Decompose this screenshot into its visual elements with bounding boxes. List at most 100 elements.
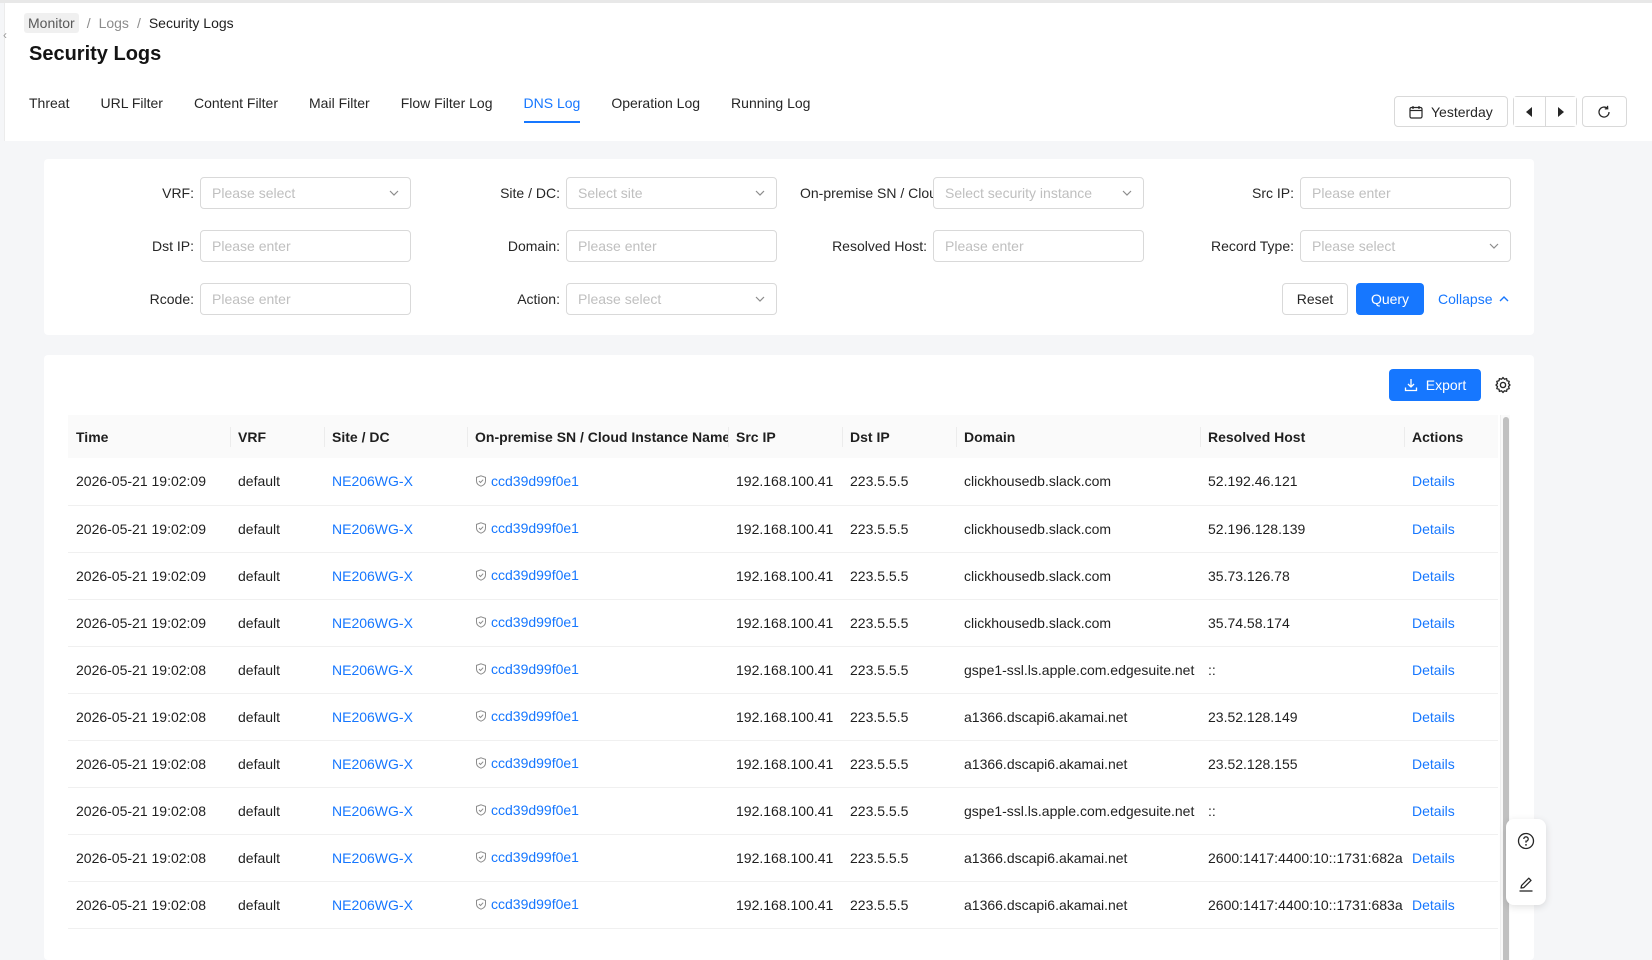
security-instance-select[interactable]: Select security instance (933, 177, 1144, 209)
site-select[interactable]: Select site (566, 177, 777, 209)
results-panel: Export Time VRF Site / DC On-premise SN … (44, 355, 1534, 960)
cell-instance: ccd39d99f0e1 (467, 599, 728, 647)
cell-time: 2026-05-21 19:02:08 (68, 834, 230, 882)
details-link[interactable]: Details (1412, 756, 1455, 772)
resolved-host-input-box[interactable] (945, 238, 1132, 254)
tab-running-log[interactable]: Running Log (731, 95, 810, 123)
breadcrumb-separator: / (86, 15, 91, 31)
shield-check-icon (476, 663, 486, 675)
details-link[interactable]: Details (1412, 709, 1455, 725)
vrf-label: VRF: (162, 185, 194, 201)
site-link[interactable]: NE206WG-X (332, 756, 413, 772)
instance-link[interactable]: ccd39d99f0e1 (491, 755, 579, 771)
collapse-filters-button[interactable]: Collapse (1438, 283, 1510, 315)
dst-ip-input[interactable] (200, 230, 411, 262)
instance-link[interactable]: ccd39d99f0e1 (491, 473, 579, 489)
cell-domain: gspe1-ssl.ls.apple.com.edgesuite.net (956, 787, 1200, 835)
details-link[interactable]: Details (1412, 803, 1455, 819)
site-link[interactable]: NE206WG-X (332, 615, 413, 631)
details-link[interactable]: Details (1412, 568, 1455, 584)
site-link[interactable]: NE206WG-X (332, 850, 413, 866)
cell-src-ip: 192.168.100.41 (728, 693, 842, 741)
reset-button[interactable]: Reset (1282, 283, 1348, 315)
cell-time: 2026-05-21 19:02:09 (68, 505, 230, 553)
site-link[interactable]: NE206WG-X (332, 709, 413, 725)
site-link[interactable]: NE206WG-X (332, 897, 413, 913)
tab-url-filter[interactable]: URL Filter (100, 95, 163, 123)
instance-link[interactable]: ccd39d99f0e1 (491, 567, 579, 583)
action-label: Action: (517, 291, 560, 307)
tab-operation-log[interactable]: Operation Log (611, 95, 700, 123)
chevron-down-icon (1489, 243, 1499, 249)
cell-time: 2026-05-21 19:02:08 (68, 881, 230, 929)
rcode-input[interactable] (200, 283, 411, 315)
resolved-host-input[interactable] (933, 230, 1144, 262)
tab-threat[interactable]: Threat (29, 95, 69, 123)
previous-day-button[interactable] (1513, 97, 1545, 126)
tab-content-filter[interactable]: Content Filter (194, 95, 278, 123)
details-link[interactable]: Details (1412, 521, 1455, 537)
column-header-vrf: VRF (230, 415, 324, 458)
action-select[interactable]: Please select (566, 283, 777, 315)
table-row: 2026-05-21 19:02:09 default NE206WG-X ccd39… (68, 552, 1498, 600)
log-tabs: Threat URL Filter Content Filter Mail Fi… (29, 95, 841, 123)
site-link[interactable]: NE206WG-X (332, 521, 413, 537)
vrf-select[interactable]: Please select (200, 177, 411, 209)
cell-actions: Details (1404, 740, 1498, 788)
record-type-select[interactable]: Please select (1300, 230, 1511, 262)
details-link[interactable]: Details (1412, 615, 1455, 631)
next-day-button[interactable] (1544, 97, 1576, 126)
src-ip-input-box[interactable] (1312, 185, 1499, 201)
tab-flow-filter-log[interactable]: Flow Filter Log (401, 95, 493, 123)
resolved-host-label: Resolved Host: (832, 238, 927, 254)
details-link[interactable]: Details (1412, 473, 1455, 489)
tab-mail-filter[interactable]: Mail Filter (309, 95, 370, 123)
feedback-button[interactable] (1506, 862, 1546, 905)
instance-link[interactable]: ccd39d99f0e1 (491, 661, 579, 677)
collapse-label: Collapse (1438, 291, 1493, 307)
cell-instance: ccd39d99f0e1 (467, 834, 728, 882)
domain-input[interactable] (566, 230, 777, 262)
instance-link[interactable]: ccd39d99f0e1 (491, 708, 579, 724)
instance-link[interactable]: ccd39d99f0e1 (491, 896, 579, 912)
cell-src-ip: 192.168.100.41 (728, 646, 842, 694)
column-header-time: Time (68, 415, 230, 458)
instance-field: On-premise SN / Clou (800, 177, 934, 209)
breadcrumb-logs[interactable]: Logs (99, 15, 129, 31)
sidebar-collapse-icon[interactable]: ‹ (3, 27, 15, 43)
details-link[interactable]: Details (1412, 897, 1455, 913)
query-button[interactable]: Query (1356, 283, 1424, 315)
export-button[interactable]: Export (1389, 369, 1481, 401)
cell-resolved-host: 52.196.128.139 (1200, 505, 1404, 553)
breadcrumb-monitor[interactable]: Monitor (24, 13, 79, 33)
details-link[interactable]: Details (1412, 662, 1455, 678)
refresh-icon (1598, 105, 1610, 118)
src-ip-input[interactable] (1300, 177, 1511, 209)
site-field: Site / DC: (414, 177, 560, 209)
date-range-button[interactable]: Yesterday (1394, 96, 1508, 127)
instance-link[interactable]: ccd39d99f0e1 (491, 520, 579, 536)
cell-instance: ccd39d99f0e1 (467, 458, 728, 506)
site-link[interactable]: NE206WG-X (332, 568, 413, 584)
site-link[interactable]: NE206WG-X (332, 662, 413, 678)
refresh-button[interactable] (1581, 96, 1627, 127)
settings-icon[interactable] (1494, 376, 1512, 394)
help-button[interactable] (1506, 819, 1546, 862)
filter-panel: VRF: Please select Site / DC: Select sit… (44, 159, 1534, 335)
instance-link[interactable]: ccd39d99f0e1 (491, 614, 579, 630)
dst-ip-input-box[interactable] (212, 238, 399, 254)
instance-link[interactable]: ccd39d99f0e1 (491, 802, 579, 818)
site-link[interactable]: NE206WG-X (332, 803, 413, 819)
tab-dns-log[interactable]: DNS Log (523, 95, 580, 123)
details-link[interactable]: Details (1412, 850, 1455, 866)
table-row: 2026-05-21 19:02:08 default NE206WG-X ccd39… (68, 646, 1498, 694)
instance-link[interactable]: ccd39d99f0e1 (491, 849, 579, 865)
column-header-instance: On-premise SN / Cloud Instance Name (467, 415, 728, 458)
rcode-field: Rcode: (44, 283, 194, 315)
cell-time: 2026-05-21 19:02:08 (68, 740, 230, 788)
record-type-placeholder: Please select (1312, 238, 1396, 254)
download-icon (1404, 379, 1417, 392)
domain-input-box[interactable] (578, 238, 765, 254)
site-link[interactable]: NE206WG-X (332, 473, 413, 489)
rcode-input-box[interactable] (212, 291, 399, 307)
